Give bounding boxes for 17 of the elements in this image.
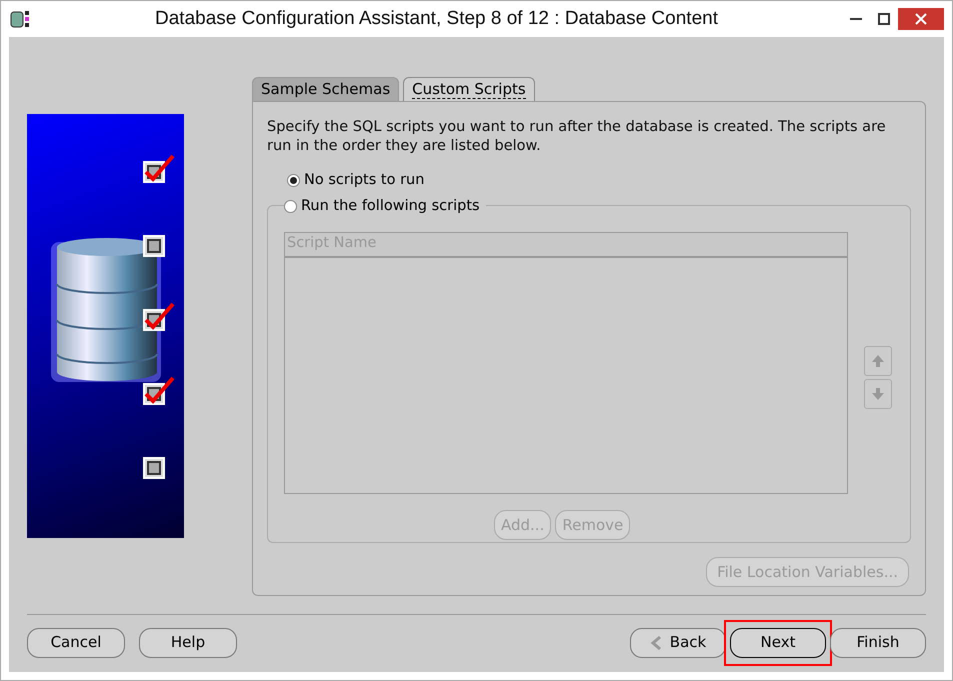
- maximize-icon: [878, 13, 890, 25]
- nav-button[interactable]: Next: [730, 628, 826, 658]
- tab[interactable]: Custom Scripts: [403, 77, 535, 101]
- minimize-icon: [850, 17, 862, 21]
- close-icon: [915, 13, 927, 25]
- app-icon: [9, 9, 31, 29]
- close-button[interactable]: [898, 8, 944, 30]
- tab[interactable]: Sample Schemas: [252, 77, 400, 101]
- nav-button[interactable]: Back: [630, 628, 726, 658]
- up-arrow-icon: [871, 354, 885, 368]
- description-text: Specify the SQL scripts you want to run after the database is created. The scripts are run in the order they are listed below.: [267, 118, 887, 156]
- down-arrow-icon: [871, 386, 885, 401]
- dialog-button[interactable]: Cancel: [27, 628, 125, 658]
- dialog-button[interactable]: Help: [139, 628, 237, 658]
- nav-button[interactable]: Finish: [830, 628, 926, 658]
- window-title: Database Configuration Assistant, Step 8 of 12 : Database Content: [154, 6, 719, 31]
- radio-option[interactable]: No scripts to run: [287, 170, 911, 192]
